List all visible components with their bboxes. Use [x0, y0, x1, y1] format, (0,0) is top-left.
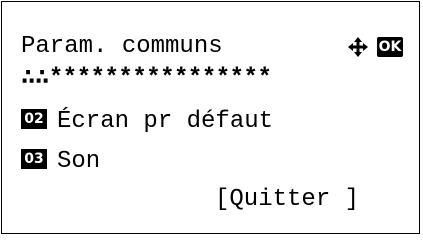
screen-title: Param. communs [21, 33, 223, 60]
menu-item-label: Son [57, 148, 101, 175]
separator-stars: **************** [48, 65, 272, 92]
title-separator: ∴∴**************** [21, 64, 416, 94]
menu-item-default-screen[interactable]: 02 Écran pr défaut [21, 104, 273, 140]
menu-item-number: 02 [21, 108, 47, 129]
menu-item-number: 03 [21, 148, 47, 169]
menu-item-sound[interactable]: 03 Son [21, 144, 100, 180]
separator-lead: ∴∴ [21, 65, 49, 92]
quit-softkey[interactable]: [Quitter ] [215, 182, 359, 218]
menu-item-label: Écran pr défaut [57, 108, 274, 135]
lcd-screen: Param. communs OK ∴∴**************** 02 É… [1, 1, 420, 234]
ok-key-icon[interactable]: OK [377, 37, 403, 57]
four-way-arrow-icon [348, 37, 368, 57]
